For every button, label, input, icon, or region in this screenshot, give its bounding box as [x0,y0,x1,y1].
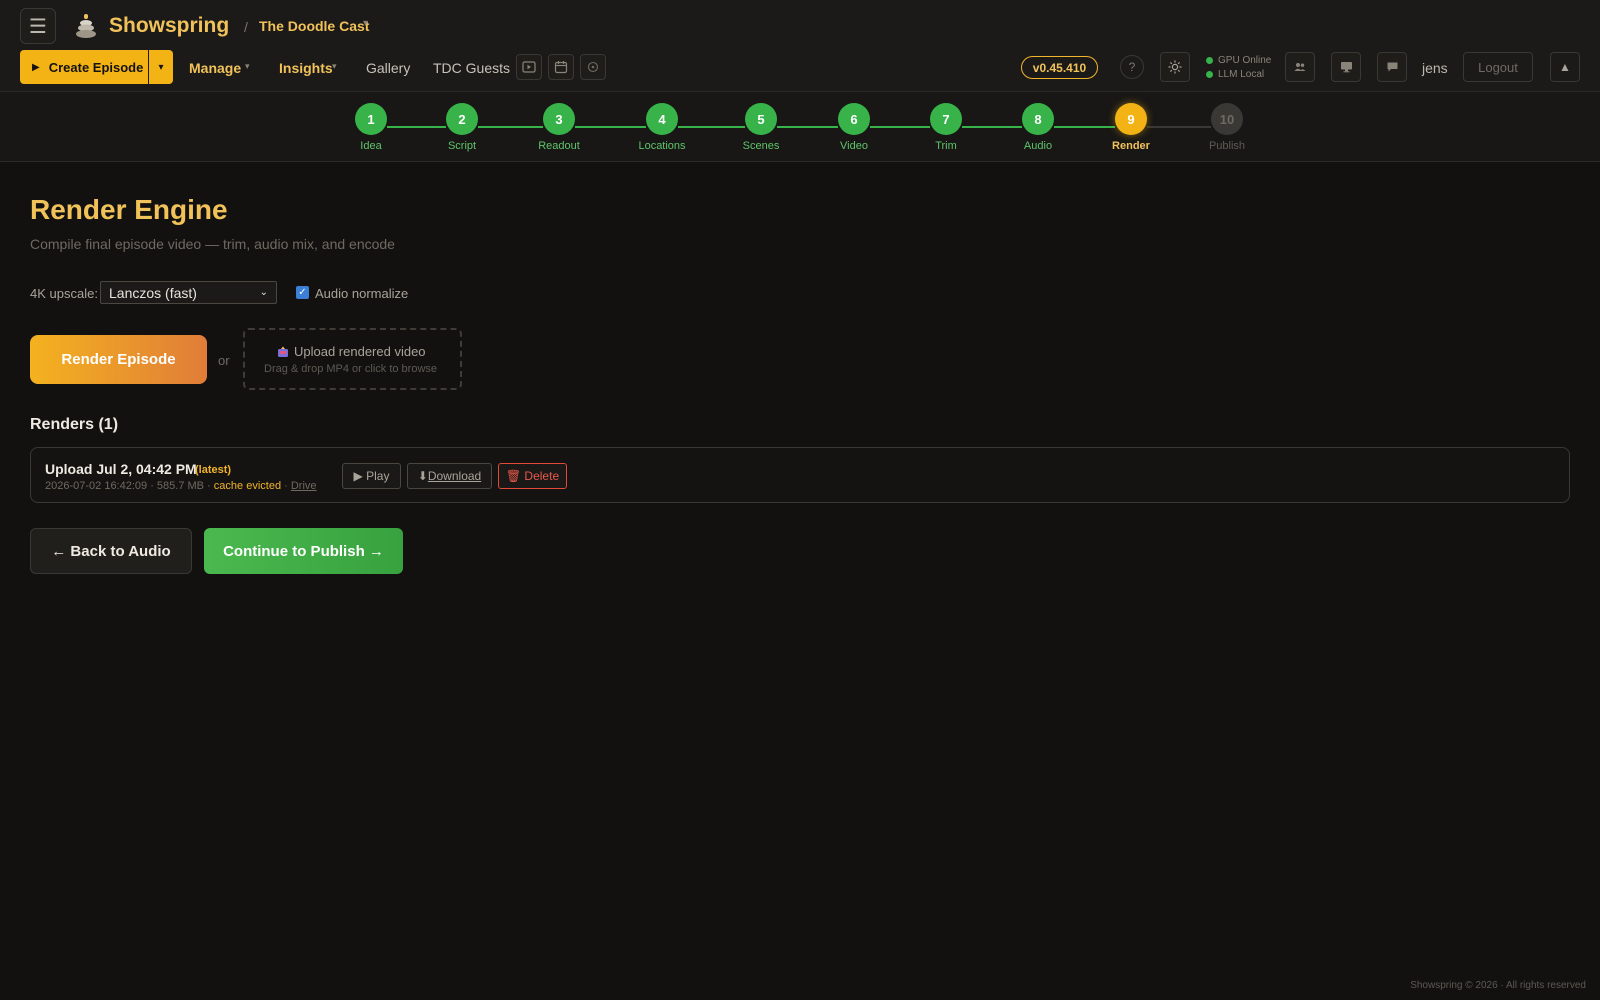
brand-name[interactable]: Showspring [109,14,229,38]
step-label-idea[interactable]: Idea [321,140,421,152]
download-button[interactable]: ⬇ Download [407,463,492,489]
step-connector [387,126,446,128]
render-episode-button[interactable]: Render Episode [30,335,207,384]
play-icon: ▶ [32,61,40,73]
step-render[interactable]: 9 [1115,103,1147,135]
create-episode-dropdown-button[interactable]: ▾ [149,50,173,84]
upload-title[interactable]: Upload rendered video [277,344,426,359]
step-connector [478,126,543,128]
upscale-label: 4K upscale: [30,286,98,301]
logo-icon [76,14,96,38]
delete-button[interactable]: 🗑 Delete [498,463,567,489]
step-connector [777,126,838,128]
step-label-publish[interactable]: Publish [1177,140,1277,152]
upscale-selected-value: Lanczos (fast) [109,284,197,301]
step-video[interactable]: 6 [838,103,870,135]
step-connector [1147,126,1211,128]
step-connector [1054,126,1115,128]
upscale-select[interactable]: Lanczos (fast) ⌄ [100,281,277,304]
step-label-locations[interactable]: Locations [612,140,712,152]
create-episode-label: Create Episode [48,59,144,75]
chevron-down-icon: ▾ [245,61,250,71]
audio-normalize-label[interactable]: Audio normalize [315,286,408,301]
theme-toggle-sun-icon[interactable] [1160,52,1190,82]
meta-separator: · [284,480,288,492]
render-title: Upload Jul 2, 04:42 PM [45,461,197,477]
collapse-up-icon[interactable]: ▲ [1550,52,1580,82]
step-label-trim[interactable]: Trim [896,140,996,152]
chevron-down-icon[interactable]: ▾ [363,18,368,29]
upload-hint: Drag & drop MP4 or click to browse [264,363,438,375]
username: jens [1422,60,1448,76]
step-label-scenes[interactable]: Scenes [711,140,811,152]
create-episode-button[interactable]: ▶ Create Episode [20,50,148,84]
step-publish[interactable]: 10 [1211,103,1243,135]
calendar-icon[interactable] [548,54,574,80]
cache-status: cache evicted [213,480,282,492]
menu-hamburger-icon[interactable]: ☰ [20,8,56,44]
download-icon: ⬇ [417,469,428,483]
status-dot [1206,57,1213,64]
page-title: Render Engine [30,194,228,225]
upload-title-label: Upload rendered video [294,344,426,359]
step-label-script[interactable]: Script [412,140,512,152]
play-button[interactable]: ▶ Play [342,463,401,489]
chevron-down-icon: ▾ [332,61,337,71]
nav-manage[interactable]: Manage [189,60,241,76]
step-scenes[interactable]: 5 [745,103,777,135]
llm-status: LLM Local [1206,69,1264,80]
chat-icon[interactable] [1377,52,1407,82]
render-list-item [30,447,1570,503]
step-script[interactable]: 2 [446,103,478,135]
step-connector [678,126,745,128]
step-label-video[interactable]: Video [804,140,904,152]
step-idea[interactable]: 1 [355,103,387,135]
step-label-render[interactable]: Render [1081,140,1181,152]
gpu-status: GPU Online [1206,55,1271,66]
chevron-down-icon: ⌄ [259,287,268,298]
back-to-audio-button[interactable]: ← Back to Audio [30,528,192,574]
latest-badge: (latest) [195,464,232,476]
step-connector [962,126,1022,128]
download-label: Download [427,469,482,483]
upload-dropzone[interactable] [243,328,462,390]
status-dot [1206,71,1213,78]
renders-heading: Renders (1) [30,416,119,433]
monitor-icon[interactable] [1331,52,1361,82]
render-meta-info: 2026-07-02 16:42:09 · 585.7 MB · [45,480,211,492]
nav-insights[interactable]: Insights [279,60,333,76]
step-label-readout[interactable]: Readout [509,140,609,152]
nav-tdc-guests[interactable]: TDC Guests [433,60,510,76]
logout-button[interactable]: Logout [1463,52,1533,82]
help-icon[interactable]: ? [1120,55,1144,79]
breadcrumb-separator: / [244,19,248,35]
gpu-status-label: GPU Online [1218,55,1272,66]
step-connector [575,126,646,128]
step-locations[interactable]: 4 [646,103,678,135]
step-audio[interactable]: 8 [1022,103,1054,135]
show-selector[interactable]: The Doodle Cast [259,18,369,34]
step-connector [870,126,930,128]
video-player-icon[interactable] [516,54,542,80]
drive-link[interactable]: Drive [291,480,317,492]
step-label-audio[interactable]: Audio [988,140,1088,152]
footer-copyright: Showspring © 2026 · All rights reserved [1410,980,1586,991]
or-separator: or [218,353,230,368]
render-meta: 2026-07-02 16:42:09 · 585.7 MB · cache e… [45,480,317,492]
target-icon[interactable] [580,54,606,80]
upload-box-icon [278,346,288,357]
page-subtitle: Compile final episode video — trim, audi… [30,236,395,252]
step-readout[interactable]: 3 [543,103,575,135]
audio-normalize-checkbox[interactable]: ✓ [296,286,309,299]
users-icon[interactable] [1285,52,1315,82]
continue-to-publish-button[interactable]: Continue to Publish → [204,528,403,574]
version-badge: v0.45.410 [1021,56,1098,79]
llm-status-label: LLM Local [1218,69,1265,80]
step-trim[interactable]: 7 [930,103,962,135]
nav-gallery[interactable]: Gallery [366,60,410,76]
